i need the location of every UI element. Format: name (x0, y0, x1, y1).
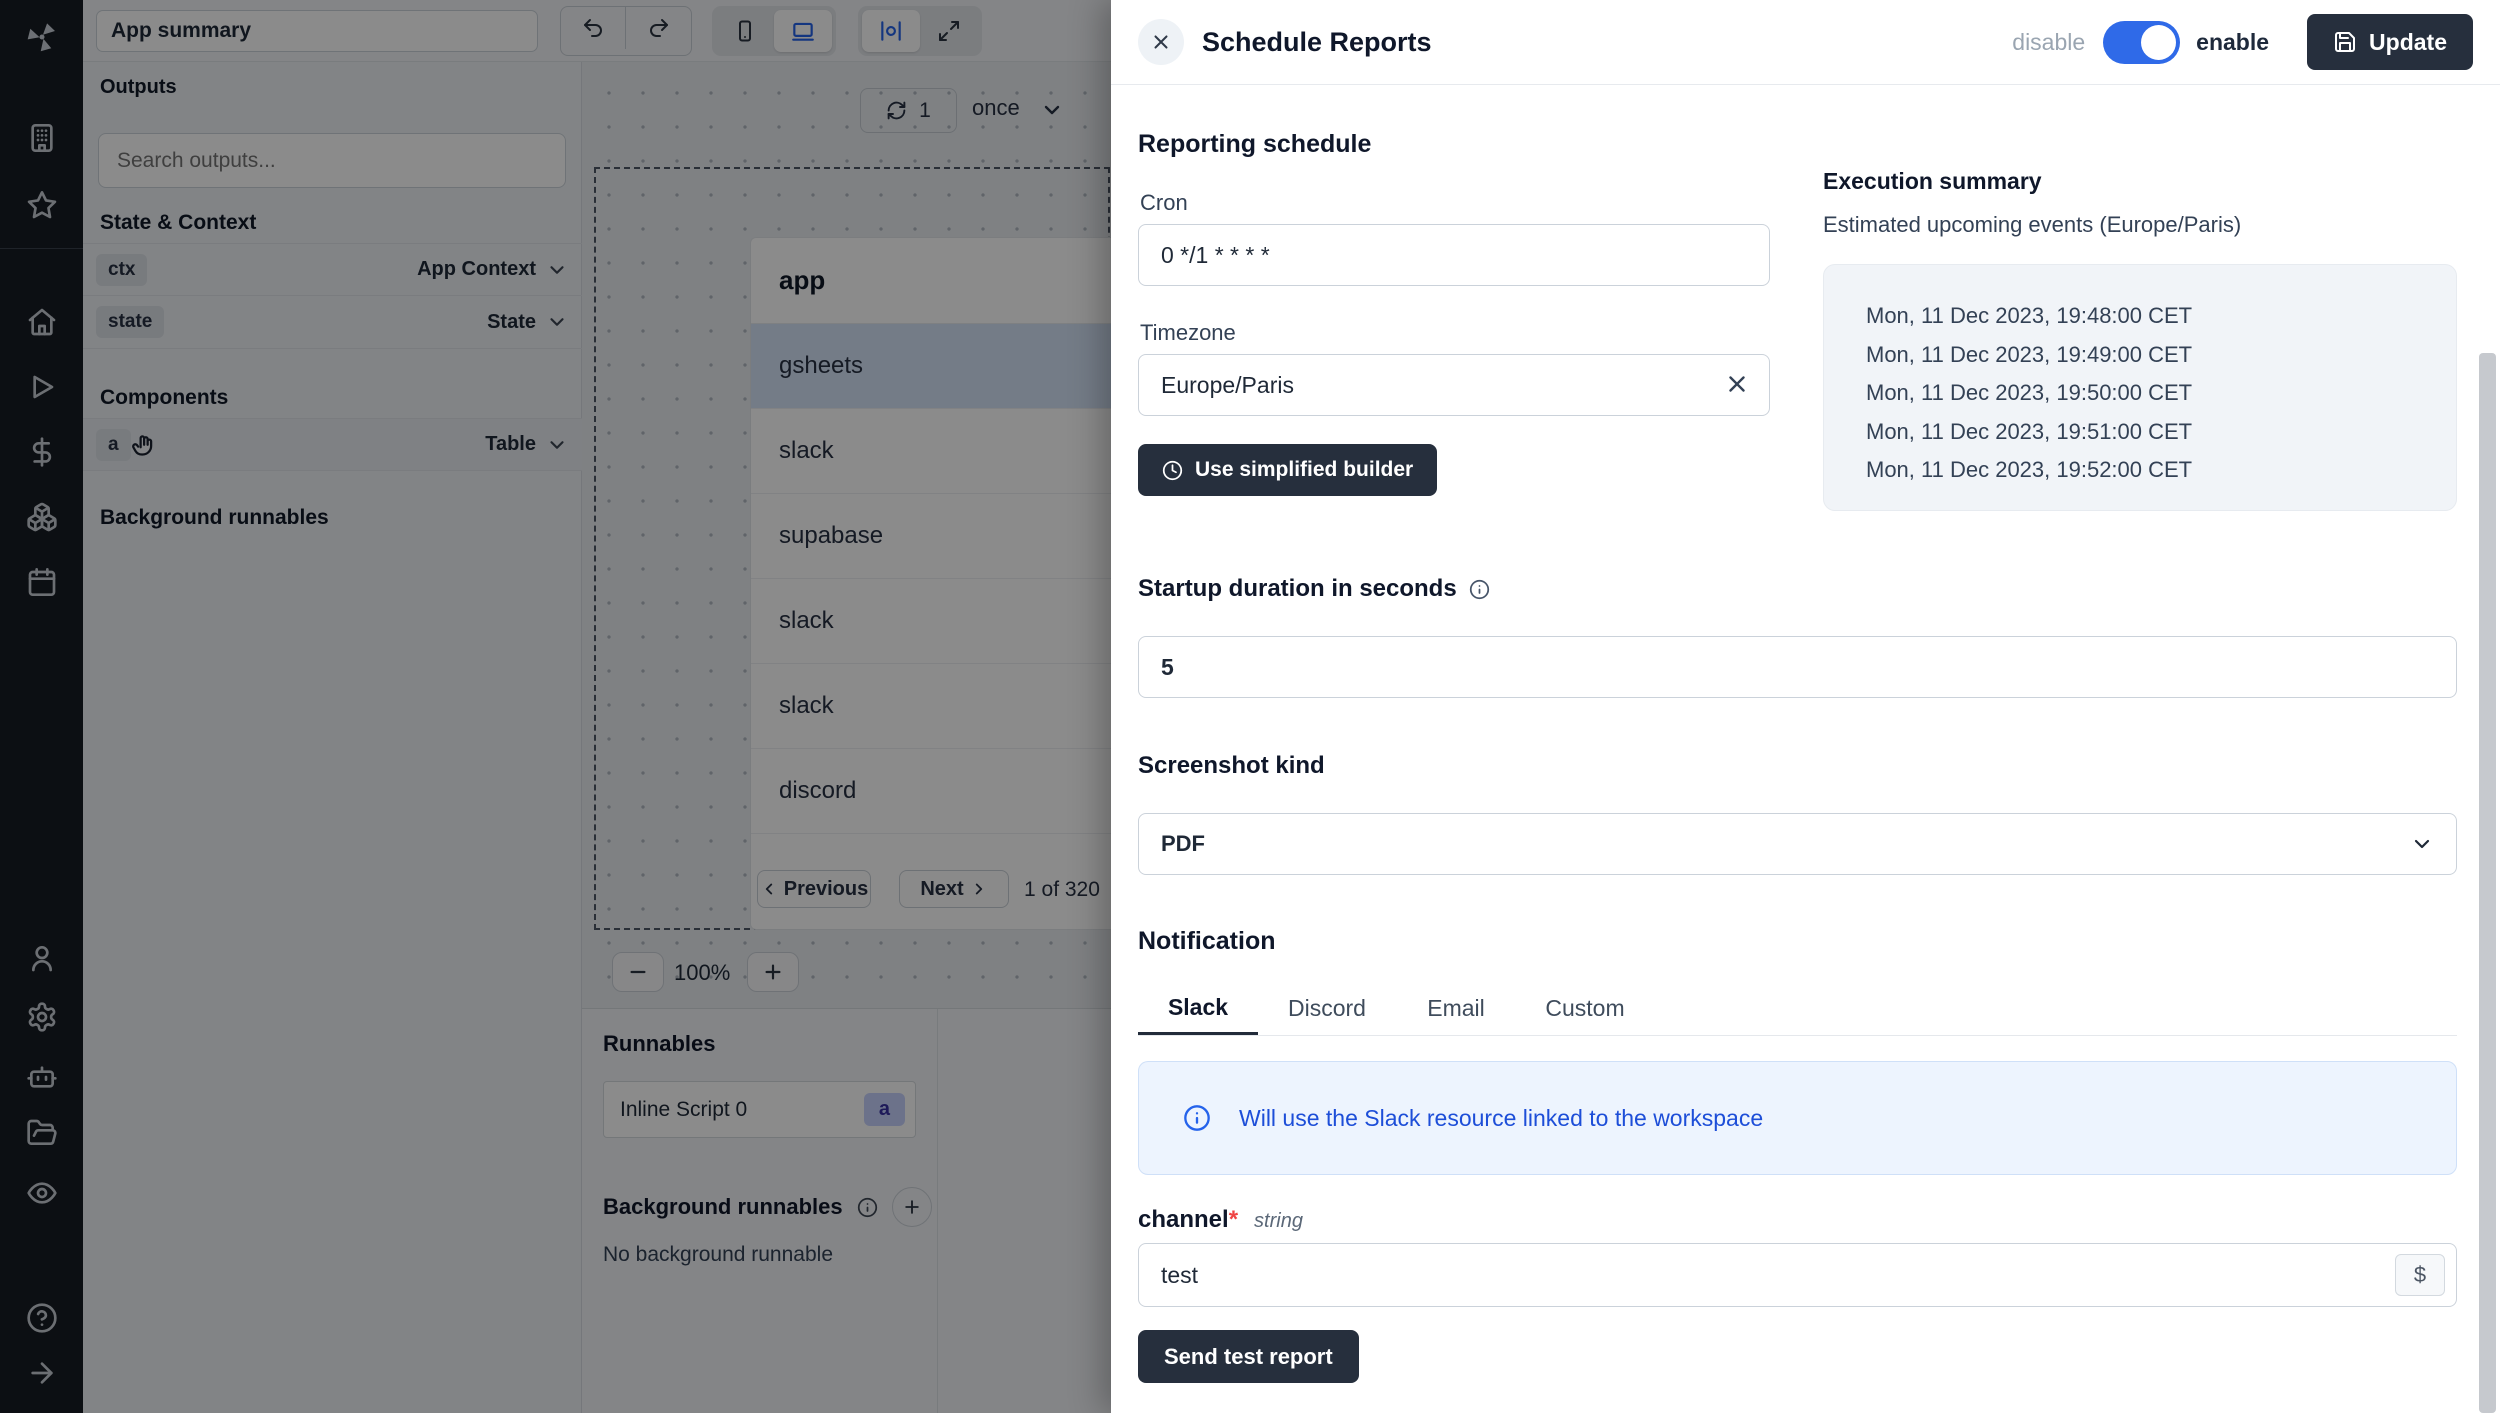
drawer-backdrop[interactable] (0, 0, 1111, 1413)
builder-label: Use simplified builder (1195, 458, 1413, 482)
event-item: Mon, 11 Dec 2023, 19:50:00 CET (1866, 374, 2456, 413)
drawer-header: Schedule Reports disable enable Update (1111, 0, 2500, 85)
screenshot-kind-select[interactable]: PDF (1138, 813, 2457, 875)
send-test-report-button[interactable]: Send test report (1138, 1330, 1359, 1383)
required-asterisk: * (1229, 1206, 1238, 1234)
selected-option: PDF (1161, 831, 1205, 857)
screenshot-kind-label: Screenshot kind (1138, 752, 1325, 780)
update-label: Update (2369, 29, 2447, 56)
execution-summary-subtitle: Estimated upcoming events (Europe/Paris) (1823, 212, 2241, 238)
tab-discord[interactable]: Discord (1267, 982, 1387, 1035)
timezone-input[interactable] (1138, 354, 1770, 416)
cron-label: Cron (1140, 190, 1188, 216)
drawer-scrollbar[interactable] (2479, 353, 2496, 1413)
toggle-off-label: disable (2012, 29, 2085, 56)
notification-title: Notification (1138, 927, 1276, 956)
notification-tabs: Slack Discord Email Custom (1138, 982, 2457, 1036)
cron-input[interactable] (1138, 224, 1770, 286)
update-button[interactable]: Update (2307, 14, 2473, 70)
drawer-title: Schedule Reports (1202, 27, 1432, 58)
clear-timezone-icon[interactable] (1724, 371, 1750, 397)
event-item: Mon, 11 Dec 2023, 19:49:00 CET (1866, 336, 2456, 375)
event-item: Mon, 11 Dec 2023, 19:52:00 CET (1866, 451, 2456, 490)
slack-info-text: Will use the Slack resource linked to th… (1239, 1105, 1763, 1132)
schedule-reports-drawer: Schedule Reports disable enable Update R… (1111, 0, 2500, 1413)
chevron-down-icon (2410, 832, 2434, 856)
info-icon[interactable] (1469, 579, 1490, 600)
tab-slack[interactable]: Slack (1138, 982, 1258, 1035)
app-window: Outputs State & Context ctx App Context … (0, 0, 2500, 1413)
toggle-on-label: enable (2196, 29, 2269, 56)
channel-label: channel (1138, 1206, 1229, 1234)
toggle-knob (2141, 25, 2176, 60)
startup-duration-label: Startup duration in seconds (1138, 575, 1457, 603)
timezone-label: Timezone (1140, 320, 1236, 346)
upcoming-events-box: Mon, 11 Dec 2023, 19:48:00 CET Mon, 11 D… (1823, 264, 2457, 511)
slack-info-alert: Will use the Slack resource linked to th… (1138, 1061, 2457, 1175)
tab-email[interactable]: Email (1396, 982, 1516, 1035)
startup-duration-input[interactable] (1138, 636, 2457, 698)
enable-toggle[interactable] (2103, 21, 2180, 64)
channel-input[interactable] (1138, 1243, 2457, 1307)
save-icon (2333, 30, 2357, 54)
insert-variable-button[interactable]: $ (2395, 1254, 2445, 1296)
clock-icon (1162, 460, 1183, 481)
execution-summary-title: Execution summary (1823, 168, 2042, 195)
event-item: Mon, 11 Dec 2023, 19:51:00 CET (1866, 413, 2456, 452)
info-icon (1183, 1104, 1211, 1132)
send-test-report-label: Send test report (1164, 1344, 1333, 1370)
event-item: Mon, 11 Dec 2023, 19:48:00 CET (1866, 297, 2456, 336)
use-simplified-builder-button[interactable]: Use simplified builder (1138, 444, 1437, 496)
channel-type-hint: string (1254, 1210, 1303, 1233)
reporting-schedule-title: Reporting schedule (1138, 130, 1371, 159)
tab-custom[interactable]: Custom (1525, 982, 1645, 1035)
close-icon[interactable] (1138, 19, 1184, 65)
